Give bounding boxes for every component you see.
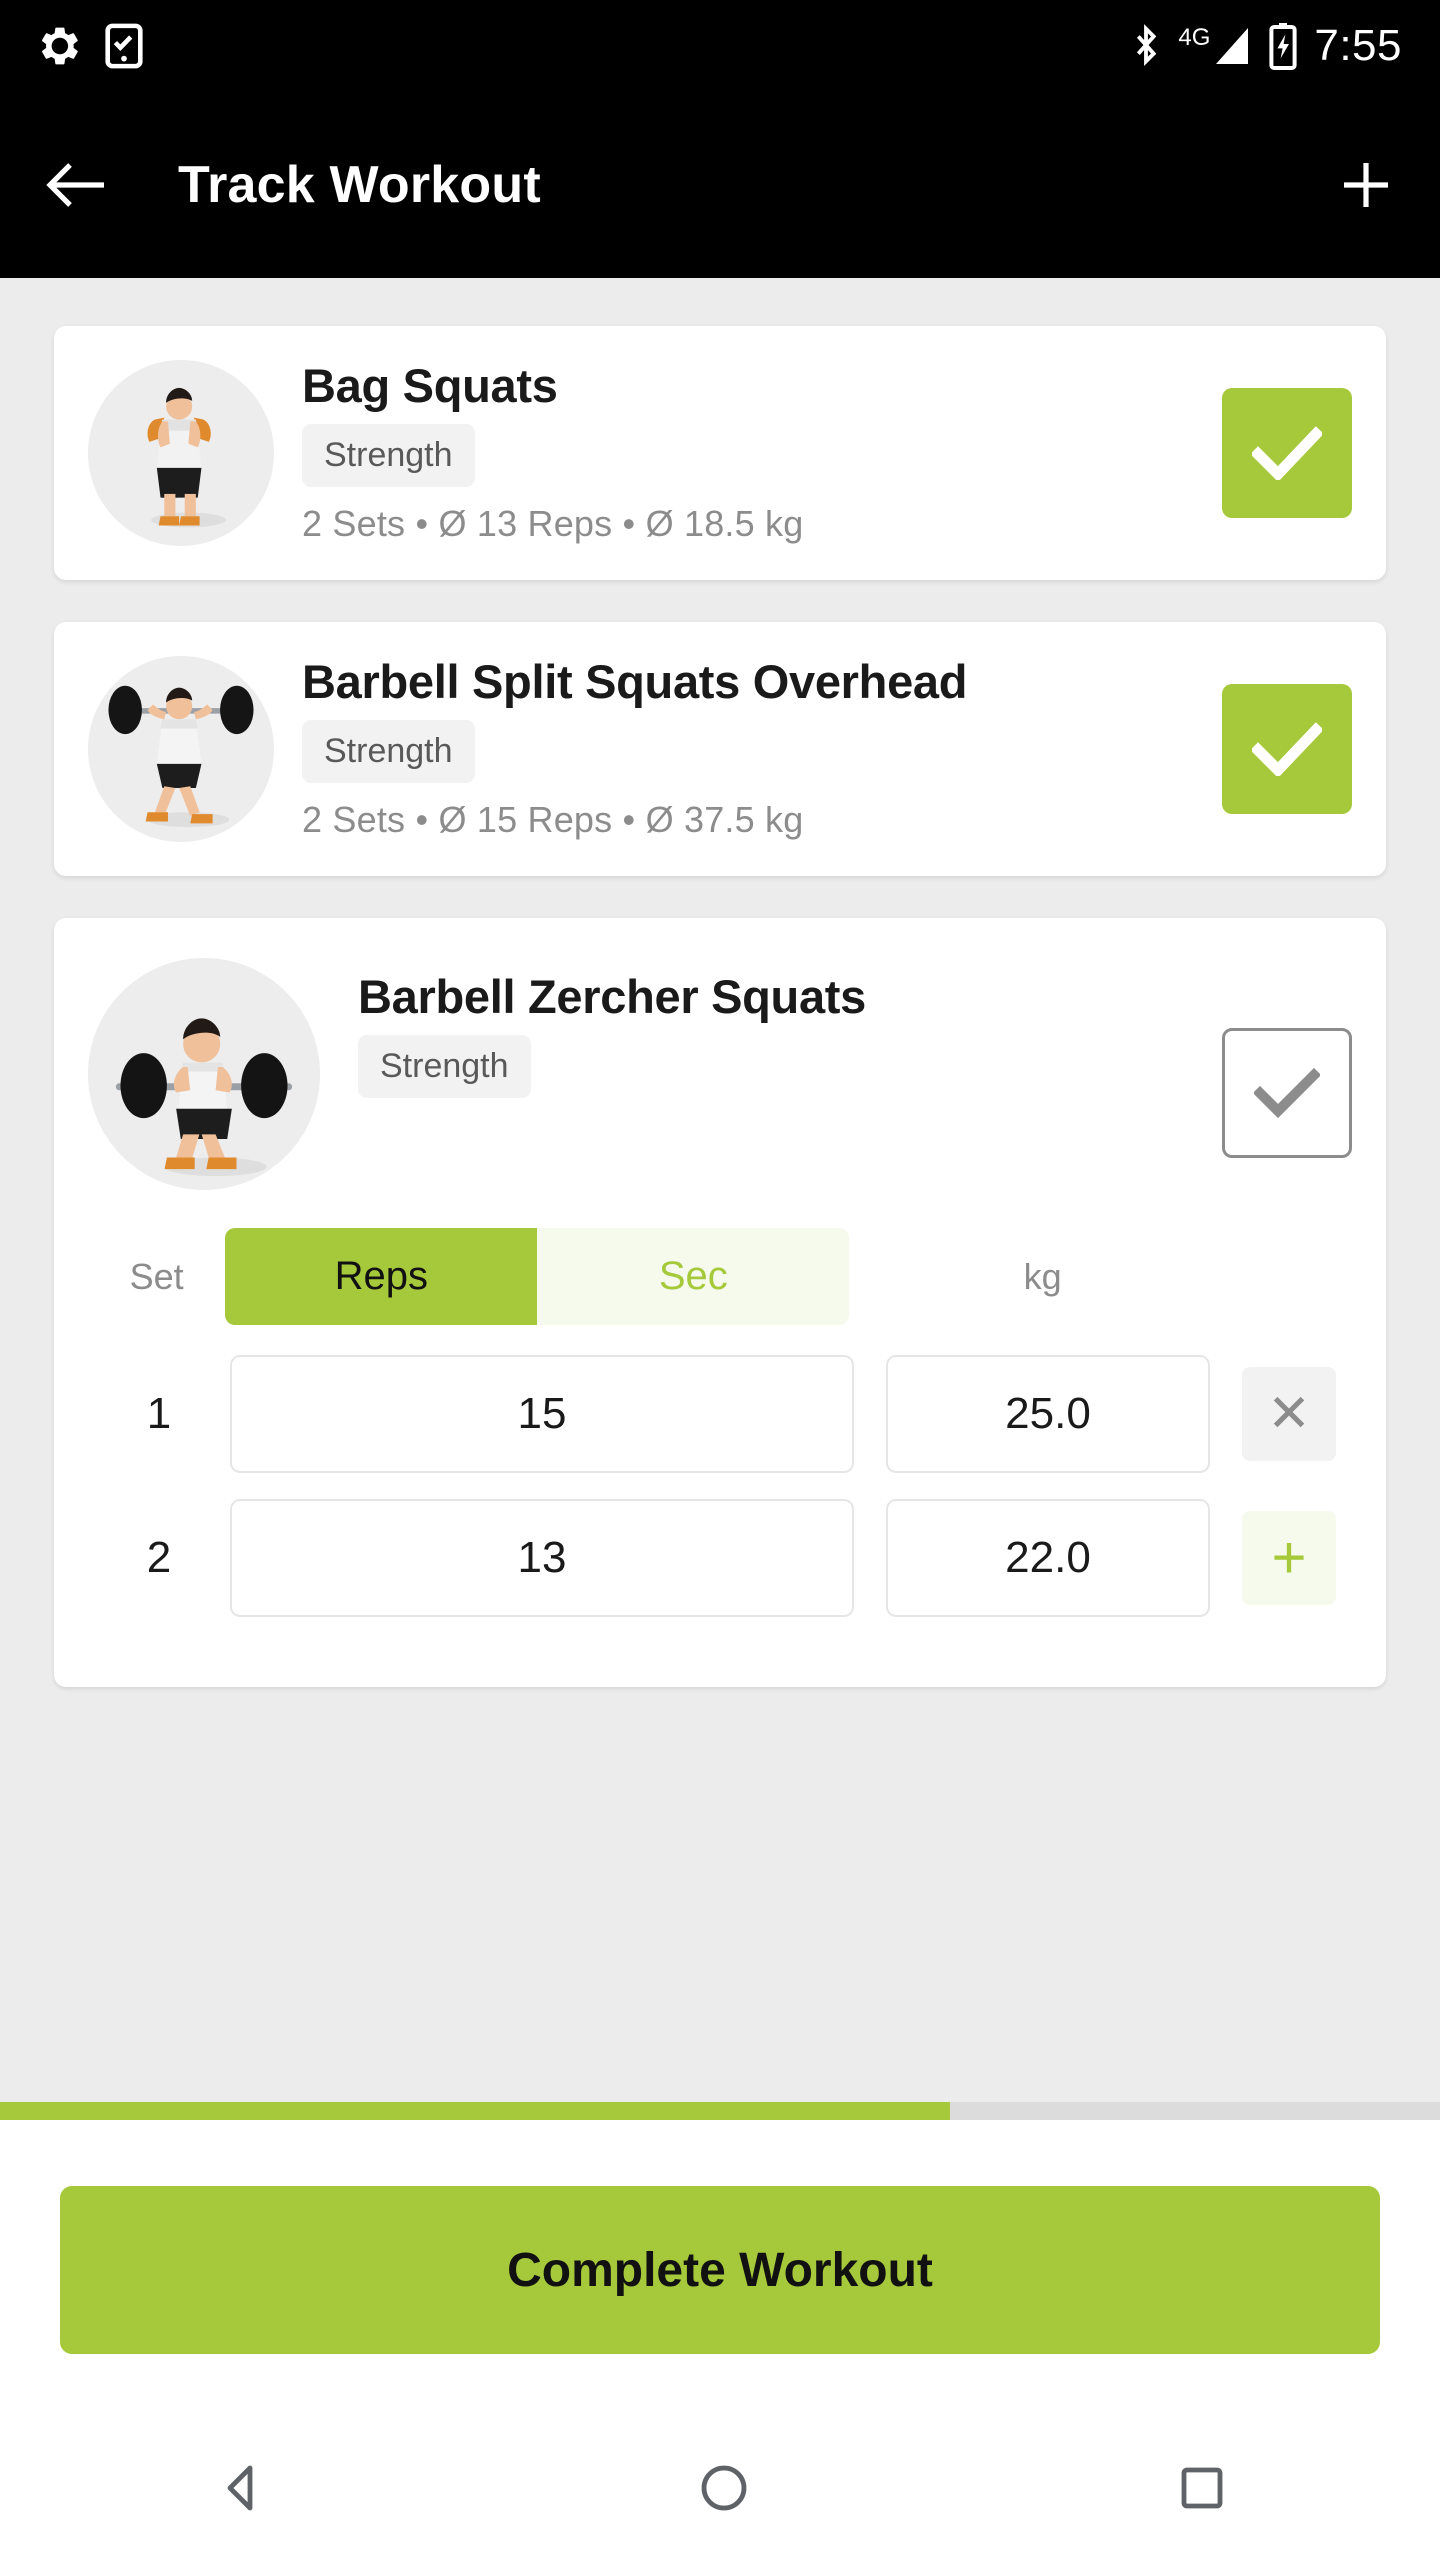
exercise-thumbnail: [88, 360, 274, 546]
battery-charging-icon: [1268, 22, 1298, 70]
back-arrow-icon[interactable]: [46, 159, 108, 211]
exercise-name: Barbell Zercher Squats: [358, 970, 866, 1023]
weight-input[interactable]: 25.0: [886, 1355, 1210, 1473]
workout-progress-bar: [0, 2102, 1440, 2120]
signal-4g-icon: 4G: [1178, 24, 1252, 68]
bluetooth-icon: [1130, 23, 1162, 69]
android-navigation-bar[interactable]: [0, 2420, 1440, 2560]
delete-set-button[interactable]: ✕: [1242, 1367, 1336, 1461]
exercise-category-chip: Strength: [302, 720, 475, 784]
status-bar-left-icons: [38, 23, 144, 69]
set-row[interactable]: 1 15 25.0 ✕: [88, 1355, 1352, 1473]
exercise-category-chip: Strength: [358, 1035, 531, 1099]
exercise-thumbnail: [88, 656, 274, 842]
exercise-card[interactable]: Bag Squats Strength 2 Sets • Ø 13 Reps •…: [54, 326, 1386, 580]
reps-input[interactable]: 15: [230, 1355, 854, 1473]
set-row[interactable]: 2 13 22.0 +: [88, 1499, 1352, 1617]
weight-input[interactable]: 22.0: [886, 1499, 1210, 1617]
set-number: 2: [146, 1533, 172, 1582]
phone-checklist-icon: [104, 23, 144, 69]
workout-progress-fill: [0, 2102, 951, 2120]
exercise-info: Barbell Zercher Squats Strength: [320, 958, 1222, 1099]
weight-column-header: kg: [1023, 1255, 1062, 1297]
app-screen: 4G 7:55 Track Workout Bag Squats Strengt…: [0, 0, 1440, 2560]
add-set-button[interactable]: +: [1242, 1511, 1336, 1605]
exercise-thumbnail: [88, 958, 320, 1190]
exercise-info: Bag Squats Strength 2 Sets • Ø 13 Reps •…: [274, 358, 1222, 545]
exercise-card[interactable]: Barbell Split Squats Overhead Strength 2…: [54, 622, 1386, 876]
footer-bar: Complete Workout: [0, 2120, 1440, 2420]
set-number: 1: [146, 1389, 172, 1438]
exercise-name: Bag Squats: [302, 358, 558, 412]
complete-workout-button[interactable]: Complete Workout: [60, 2186, 1380, 2354]
network-type-label: 4G: [1178, 24, 1211, 51]
add-exercise-icon[interactable]: [1338, 157, 1394, 213]
nav-recents-icon[interactable]: [1178, 2464, 1226, 2517]
exercise-name: Barbell Split Squats Overhead: [302, 654, 968, 708]
toggle-reps-button[interactable]: Reps: [225, 1228, 538, 1325]
app-bar: Track Workout: [0, 92, 1440, 278]
set-table-header: Set Reps Sec kg: [88, 1228, 1352, 1325]
settings-gear-icon: [38, 24, 82, 68]
exercise-complete-checkbox[interactable]: [1222, 1028, 1352, 1158]
exercise-complete-checkbox[interactable]: [1222, 388, 1352, 518]
exercise-category-chip: Strength: [302, 424, 475, 488]
page-title: Track Workout: [178, 156, 541, 214]
nav-back-icon[interactable]: [214, 2460, 270, 2521]
nav-home-icon[interactable]: [698, 2462, 750, 2519]
reps-input[interactable]: 13: [230, 1499, 854, 1617]
set-column-header: Set: [129, 1255, 184, 1297]
toggle-sec-button[interactable]: Sec: [537, 1228, 850, 1325]
exercise-list[interactable]: Bag Squats Strength 2 Sets • Ø 13 Reps •…: [0, 278, 1440, 2102]
status-bar-clock: 7:55: [1314, 21, 1402, 70]
exercise-summary: 2 Sets • Ø 15 Reps • Ø 37.5 kg: [302, 799, 804, 841]
exercise-card-expanded[interactable]: Barbell Zercher Squats Strength Set Reps…: [54, 918, 1386, 1687]
reps-sec-toggle[interactable]: Reps Sec: [225, 1228, 850, 1325]
status-bar: 4G 7:55: [0, 0, 1440, 92]
exercise-summary: 2 Sets • Ø 13 Reps • Ø 18.5 kg: [302, 503, 804, 545]
exercise-info: Barbell Split Squats Overhead Strength 2…: [274, 654, 1222, 841]
status-bar-right-icons: 4G 7:55: [1130, 21, 1402, 71]
set-table[interactable]: Set Reps Sec kg 1 15 25.0 ✕ 2 13 22.0 +: [54, 1200, 1386, 1687]
exercise-complete-checkbox[interactable]: [1222, 684, 1352, 814]
